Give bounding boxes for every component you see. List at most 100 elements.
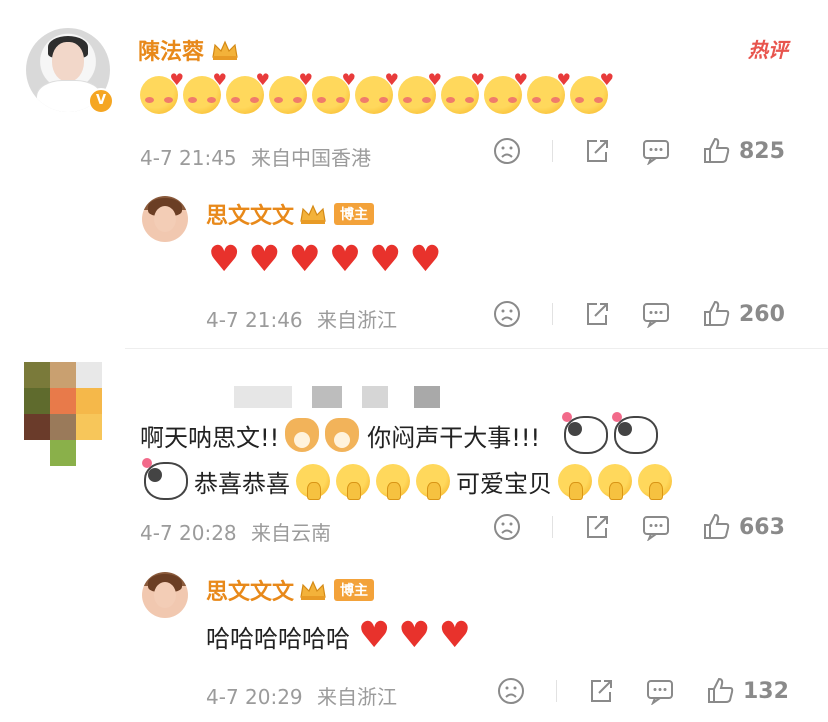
comment-text: 可爱宝贝 [456,469,552,498]
avatar[interactable] [24,362,102,466]
verified-icon: V [88,88,114,114]
like-count: 132 [743,678,789,704]
heart-emoji-icon: ♥ [208,239,241,280]
comment-icon[interactable] [641,137,671,165]
smiling-hearts-emoji-icon: ♥ [226,70,270,114]
comment-actions: 825 [492,136,785,166]
comment-line: 哈哈哈哈哈哈 ♥ ♥ ♥ [206,618,471,654]
location: 来自浙江 [317,685,398,709]
heart-emoji-icon: ♥ [328,239,362,280]
heart-row: ♥ ♥ ♥ [358,618,471,654]
crown-icon [298,579,328,601]
sad-face-icon[interactable] [496,676,526,706]
sad-face-icon[interactable] [492,512,522,542]
thumbs-up-icon [701,299,731,329]
smiling-hearts-emoji-icon: ♥ [183,70,227,114]
share-icon[interactable] [583,300,611,328]
smiling-hearts-emoji-icon: ♥ [140,70,184,114]
username[interactable]: 思文文文 [206,198,294,230]
divider [552,140,553,162]
pleading-emoji-icon [558,464,592,500]
username[interactable]: 陳法蓉 [138,34,204,66]
timestamp: 4-7 21:45 [140,146,237,170]
share-icon[interactable] [583,137,611,165]
heart-row: ♥ ♥ ♥ ♥ ♥ ♥ [208,242,442,278]
username[interactable]: 思文文文 [206,574,294,606]
smiling-hearts-emoji-icon: ♥ [484,70,528,114]
thumbs-up-icon [701,512,731,542]
hot-comment-tag: 热评 [748,38,788,62]
thumbs-up-icon [701,136,731,166]
like-count: 260 [739,301,785,327]
comment-text: 哈哈哈哈哈哈 [206,624,350,653]
share-icon[interactable] [587,677,615,705]
heart-emoji-icon: ♥ [369,239,402,280]
like-count: 825 [739,138,785,164]
timestamp: 4-7 20:29 [206,685,303,709]
divider [556,680,557,702]
avatar[interactable] [142,572,188,618]
heart-emoji-icon: ♥ [358,615,391,656]
heart-emoji-icon: ♥ [398,615,431,656]
comment1-header: 陳法蓉 [138,34,240,66]
cat-emoji-icon [562,412,609,454]
avatar[interactable] [142,196,188,242]
comment-icon[interactable] [641,300,671,328]
like-button[interactable]: 260 [701,299,785,329]
like-button[interactable]: 132 [705,676,789,706]
emoji-row: ♥ ♥ ♥ ♥ ♥ ♥ ♥ ♥ ♥ ♥ ♥ [140,70,614,114]
dog-emoji-icon [325,418,360,452]
blurred-username [362,386,388,408]
thumbs-up-icon [705,676,735,706]
pleading-emoji-icon [598,464,632,500]
cat-emoji-icon [612,412,659,454]
reply1-header: 思文文文 博主 [206,198,375,230]
smiling-hearts-emoji-icon: ♥ [570,70,614,114]
share-icon[interactable] [583,513,611,541]
comment-meta: 4-7 20:28 来自云南 [140,517,331,546]
comment-actions: 663 [492,512,785,542]
smiling-hearts-emoji-icon: ♥ [527,70,571,114]
timestamp: 4-7 20:28 [140,521,237,545]
pleading-emoji-icon [296,464,330,500]
heart-emoji-icon: ♥ [409,239,442,280]
comment-meta: 4-7 20:29 来自浙江 [206,681,397,710]
comment-actions: 260 [492,299,785,329]
divider [552,303,553,325]
crown-icon [210,39,240,61]
comment-meta: 4-7 21:46 来自浙江 [206,304,397,333]
comment-meta: 4-7 21:45 来自中国香港 [140,142,371,171]
like-count: 663 [739,514,785,540]
host-badge: 博主 [334,579,375,601]
comment-actions: 132 [496,676,789,706]
smiling-hearts-emoji-icon: ♥ [441,70,485,114]
host-badge: 博主 [334,203,375,225]
cat-emoji-icon [142,458,188,500]
comment-divider [125,348,828,349]
like-button[interactable]: 663 [701,512,785,542]
comment-icon[interactable] [645,677,675,705]
comment-line: 啊天呐思文!! 你闷声干大事!!! [140,412,659,454]
smiling-hearts-emoji-icon: ♥ [355,70,399,114]
comment-text: 你闷声干大事!!! [367,423,541,452]
heart-emoji-icon: ♥ [288,239,321,280]
crown-icon [298,203,328,225]
heart-emoji-icon: ♥ [248,239,281,280]
reply2-header: 思文文文 博主 [206,574,375,606]
pleading-emoji-icon [638,464,672,500]
location: 来自云南 [251,521,332,545]
sad-face-icon[interactable] [492,136,522,166]
blurred-username [234,386,292,408]
comment-text: 恭喜恭喜 [194,469,290,498]
location: 来自浙江 [317,308,398,332]
dog-emoji-icon [285,418,320,452]
comment-icon[interactable] [641,513,671,541]
blurred-username [414,386,440,408]
smiling-hearts-emoji-icon: ♥ [312,70,356,114]
location: 来自中国香港 [251,146,372,170]
like-button[interactable]: 825 [701,136,785,166]
pleading-emoji-icon [376,464,410,500]
smiling-hearts-emoji-icon: ♥ [269,70,313,114]
comment-line: 恭喜恭喜 可爱宝贝 [142,458,672,500]
sad-face-icon[interactable] [492,299,522,329]
